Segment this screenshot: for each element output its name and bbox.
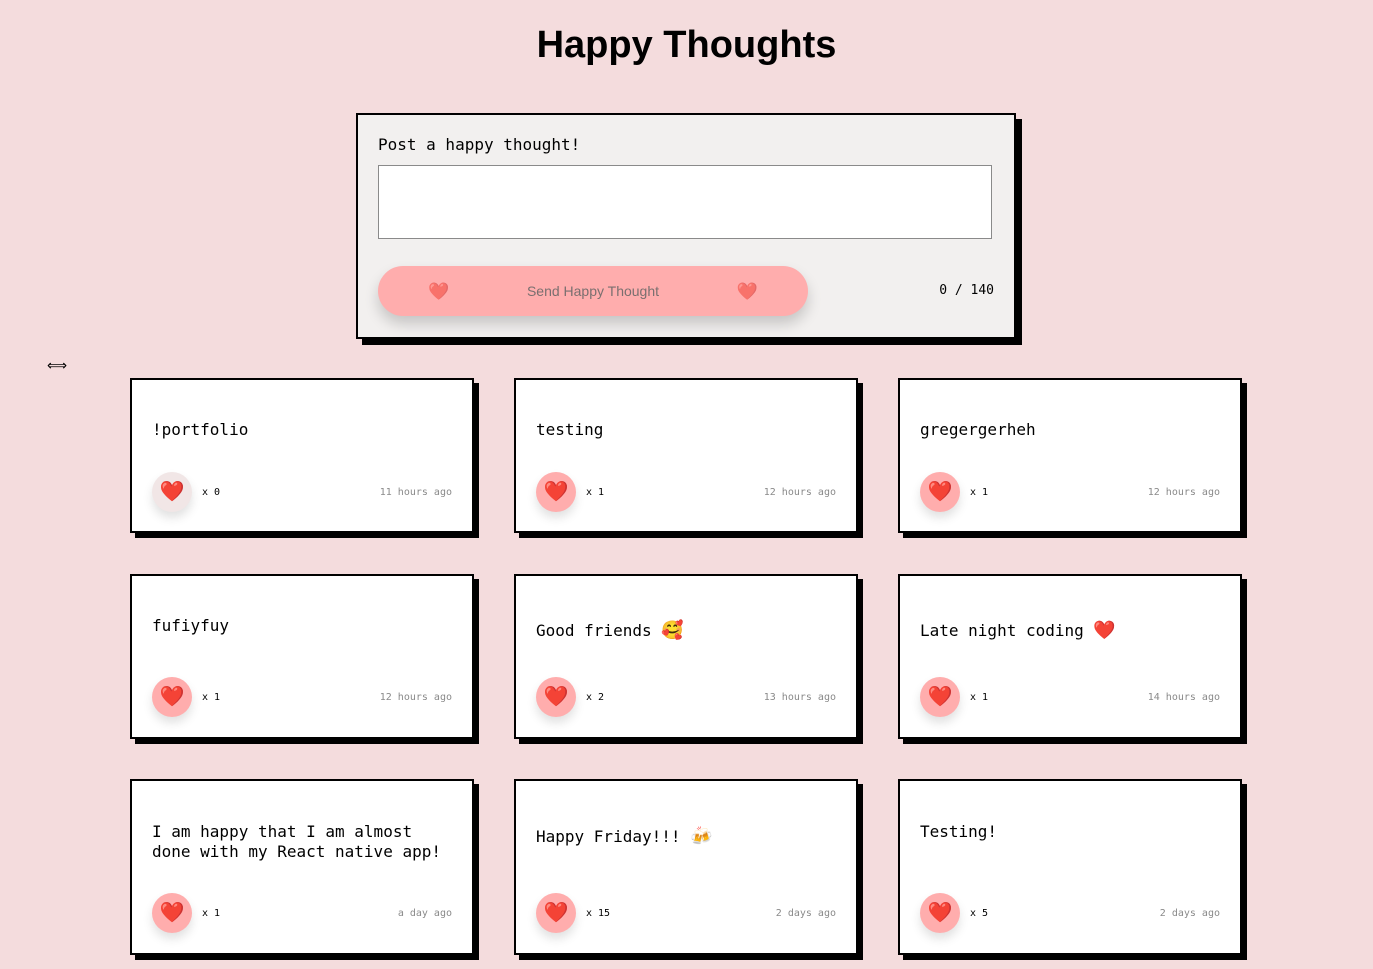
thought-input[interactable]	[378, 165, 992, 239]
resize-cursor-icon: ⟺	[47, 357, 68, 373]
like-button[interactable]: ❤️	[920, 472, 960, 512]
posted-time: 12 hours ago	[1147, 487, 1220, 498]
like-count: x 5	[970, 908, 989, 919]
like-button[interactable]: ❤️	[536, 893, 576, 933]
like-button[interactable]: ❤️	[536, 472, 576, 512]
posted-time: 2 days ago	[1159, 908, 1220, 919]
heart-icon: ❤️	[159, 902, 185, 924]
heart-icon: ❤️	[736, 281, 758, 301]
thought-message: gregergerheh	[920, 420, 1036, 439]
thought-message: Happy Friday!!! 🍻	[536, 826, 713, 847]
thought-card: Good friends 🥰 ❤️ x 2 13 hours ago	[514, 574, 858, 739]
like-button[interactable]: ❤️	[920, 677, 960, 717]
clinking-beer-mugs-icon: 🍻	[690, 826, 713, 847]
send-thought-button[interactable]: ❤️ Send Happy Thought ❤️	[378, 266, 808, 316]
posted-time: 13 hours ago	[763, 692, 836, 703]
like-count: x 1	[970, 692, 989, 703]
heart-icon: ❤️	[428, 281, 450, 301]
thought-card: gregergerheh ❤️ x 1 12 hours ago	[898, 378, 1242, 533]
heart-icon: ❤️	[543, 686, 569, 708]
thought-message: Good friends 🥰	[536, 620, 684, 641]
heart-icon: ❤️	[927, 902, 953, 924]
thought-card: Late night coding ❤️ ❤️ x 1 14 hours ago	[898, 574, 1242, 739]
posted-time: a day ago	[397, 908, 452, 919]
like-count: x 1	[970, 487, 989, 498]
posted-time: 14 hours ago	[1147, 692, 1220, 703]
character-counter: 0 / 140	[939, 283, 994, 298]
thought-card: Happy Friday!!! 🍻 ❤️ x 15 2 days ago	[514, 779, 858, 955]
like-count: x 1	[586, 487, 605, 498]
like-button[interactable]: ❤️	[536, 677, 576, 717]
thought-card: I am happy that I am almost done with my…	[130, 779, 474, 955]
form-label: Post a happy thought!	[378, 135, 581, 154]
heart-icon: ❤️	[159, 481, 185, 503]
like-button[interactable]: ❤️	[152, 893, 192, 933]
thought-message: testing	[536, 420, 604, 439]
heart-icon: ❤️	[543, 481, 569, 503]
like-count: x 1	[202, 692, 221, 703]
like-button[interactable]: ❤️	[152, 677, 192, 717]
like-button[interactable]: ❤️	[152, 472, 192, 512]
heart-icon: ❤️	[543, 902, 569, 924]
send-button-label: Send Happy Thought	[526, 283, 660, 299]
thought-message: fufiyfuy	[152, 616, 230, 635]
thought-message: Late night coding ❤️	[920, 620, 1116, 641]
posted-time: 11 hours ago	[379, 487, 452, 498]
thought-card: fufiyfuy ❤️ x 1 12 hours ago	[130, 574, 474, 739]
heart-icon: ❤️	[927, 686, 953, 708]
like-count: x 15	[586, 908, 611, 919]
posted-time: 12 hours ago	[379, 692, 452, 703]
like-button[interactable]: ❤️	[920, 893, 960, 933]
like-count: x 2	[586, 692, 605, 703]
thought-message: !portfolio	[152, 420, 249, 439]
posted-time: 12 hours ago	[763, 487, 836, 498]
thought-card: testing ❤️ x 1 12 hours ago	[514, 378, 858, 533]
smiling-face-with-hearts-icon: 🥰	[661, 620, 684, 641]
page-title: Happy Thoughts	[536, 24, 837, 66]
thought-message: I am happy that I am almost done with my…	[152, 822, 441, 861]
heart-icon: ❤️	[927, 481, 953, 503]
post-thought-form: Post a happy thought! ❤️ Send Happy Thou…	[356, 113, 1016, 339]
red-heart-icon: ❤️	[1093, 620, 1116, 641]
thought-message: Testing!	[920, 822, 998, 841]
posted-time: 2 days ago	[775, 908, 836, 919]
thought-card: !portfolio ❤️ x 0 11 hours ago	[130, 378, 474, 533]
thought-card: Testing! ❤️ x 5 2 days ago	[898, 779, 1242, 955]
like-count: x 1	[202, 908, 221, 919]
heart-icon: ❤️	[159, 686, 185, 708]
like-count: x 0	[202, 487, 221, 498]
